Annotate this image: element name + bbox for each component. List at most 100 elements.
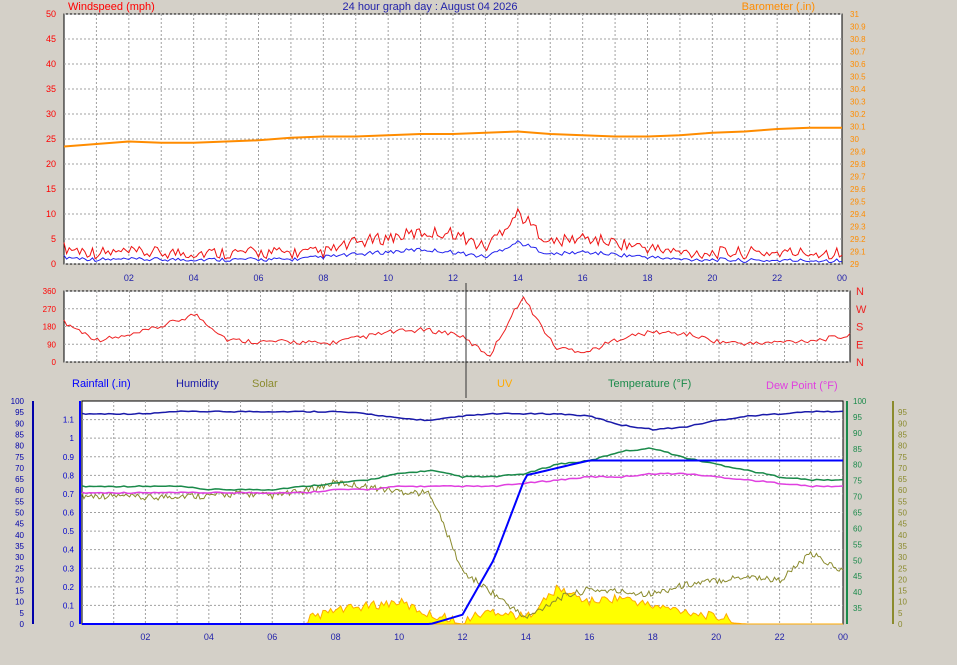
baro-ytick-label: 29.7: [850, 173, 866, 182]
humidity-ytick-label: 10: [15, 598, 24, 607]
solar-ytick-label: 15: [898, 587, 907, 596]
solar-ytick-label: 45: [898, 520, 907, 529]
temp-ytick-label: 35: [853, 604, 862, 613]
temp-ytick-label: 40: [853, 588, 862, 597]
solar-ytick-label: 75: [898, 453, 907, 462]
wind-ytick-label: 25: [46, 134, 56, 144]
baro-ytick-label: 30.3: [850, 98, 866, 107]
baro-ytick-label: 29.2: [850, 235, 866, 244]
temp-ytick-label: 55: [853, 540, 862, 549]
solar-ytick-label: 20: [898, 575, 907, 584]
baro-ytick-label: 30.9: [850, 23, 866, 32]
humidity-ytick-label: 85: [15, 430, 24, 439]
humidity-ytick-label: 20: [15, 575, 24, 584]
dir-ytick-label: 360: [43, 287, 57, 296]
baro-ytick-label: 30.6: [850, 60, 866, 69]
panel3-xtick-label: 18: [648, 632, 658, 642]
baro-ytick-label: 29.1: [850, 248, 866, 257]
wind-ytick-label: 20: [46, 159, 56, 169]
humidity-ytick-label: 45: [15, 520, 24, 529]
solar-ytick-label: 65: [898, 475, 907, 484]
baro-ytick-label: 30.7: [850, 48, 866, 57]
wind-ytick-label: 15: [46, 184, 56, 194]
panel1-xtick-label: 18: [642, 273, 652, 283]
weather-graph-window: Windspeed (mph) 24 hour graph day : Augu…: [0, 0, 957, 660]
compass-ytick-label: W: [856, 304, 867, 316]
solar-ytick-label: 70: [898, 464, 907, 473]
rain-ytick-label: 0.1: [63, 601, 75, 610]
humidity-ytick-label: 50: [15, 509, 24, 518]
solar-ytick-label: 40: [898, 531, 907, 540]
panel1-xtick-label: 20: [707, 273, 717, 283]
panel1-xtick-label: 00: [837, 273, 847, 283]
wind-ytick-label: 45: [46, 34, 56, 44]
rain-ytick-label: 0.8: [63, 471, 75, 480]
baro-ytick-label: 31: [850, 10, 859, 19]
temp-ytick-label: 100: [853, 397, 867, 406]
uv-label: UV: [497, 378, 513, 390]
rain-label: Rainfall (.in): [72, 378, 131, 390]
temp-ytick-label: 65: [853, 509, 862, 518]
panel1-xtick-label: 22: [772, 273, 782, 283]
chart-svg: Windspeed (mph) 24 hour graph day : Augu…: [0, 0, 957, 660]
panel1-xtick-label: 04: [189, 273, 199, 283]
wind-ytick-label: 35: [46, 84, 56, 94]
solar-ytick-label: 95: [898, 408, 907, 417]
wind-ytick-label: 0: [51, 259, 56, 269]
baro-ytick-label: 29.8: [850, 160, 866, 169]
dir-ytick-label: 0: [52, 358, 57, 367]
panel3-xtick-label: 22: [775, 632, 785, 642]
rain-ytick-label: 0.6: [63, 509, 75, 518]
panel1-xtick-label: 06: [253, 273, 263, 283]
wind-ytick-label: 30: [46, 109, 56, 119]
humidity-ytick-label: 55: [15, 497, 24, 506]
baro-ytick-label: 29.5: [850, 198, 866, 207]
temp-ytick-label: 50: [853, 556, 862, 565]
chart-layer: 051015202530354045502929.129.229.329.429…: [11, 9, 908, 642]
baro-ytick-label: 30.2: [850, 110, 866, 119]
humidity-ytick-label: 40: [15, 531, 24, 540]
solar-ytick-label: 90: [898, 419, 907, 428]
wind-ytick-label: 40: [46, 59, 56, 69]
baro-ytick-label: 29.4: [850, 210, 866, 219]
temp-ytick-label: 80: [853, 461, 862, 470]
temp-ytick-label: 85: [853, 445, 862, 454]
panel1-xtick-label: 14: [513, 273, 523, 283]
humidity-ytick-label: 90: [15, 419, 24, 428]
rain-ytick-label: 0.7: [63, 490, 75, 499]
dir-ytick-label: 270: [43, 305, 57, 314]
dewpoint-label: Dew Point (°F): [766, 380, 838, 392]
panel1-xtick-label: 08: [318, 273, 328, 283]
rain-ytick-label: 0.5: [63, 527, 75, 536]
panel3-xtick-label: 10: [394, 632, 404, 642]
solar-label: Solar: [252, 378, 278, 390]
temp-ytick-label: 90: [853, 429, 862, 438]
solar-ytick-label: 5: [898, 609, 903, 618]
panel3-xtick-label: 06: [267, 632, 277, 642]
rain-ytick-label: 0.2: [63, 583, 75, 592]
humidity-ytick-label: 100: [11, 397, 25, 406]
baro-ytick-label: 29.9: [850, 148, 866, 157]
panel3-xtick-label: 02: [140, 632, 150, 642]
left-axis-title: Windspeed (mph): [68, 1, 155, 13]
wind-ytick-label: 5: [51, 234, 56, 244]
rain-ytick-label: 0.3: [63, 564, 75, 573]
humidity-ytick-label: 0: [20, 620, 25, 629]
solar-ytick-label: 80: [898, 442, 907, 451]
panel1-xtick-label: 10: [383, 273, 393, 283]
solar-ytick-label: 10: [898, 598, 907, 607]
baro-ytick-label: 29: [850, 260, 859, 269]
panel3-xtick-label: 08: [331, 632, 341, 642]
panel3-xtick-label: 00: [838, 632, 848, 642]
rain-ytick-label: 1.1: [63, 416, 75, 425]
chart-title: 24 hour graph day : August 04 2026: [343, 1, 518, 13]
temp-ytick-label: 70: [853, 493, 862, 502]
baro-ytick-label: 29.3: [850, 223, 866, 232]
baro-ytick-label: 30.1: [850, 123, 866, 132]
rain-ytick-label: 0.4: [63, 546, 75, 555]
humidity-ytick-label: 65: [15, 475, 24, 484]
panel3-xtick-label: 20: [711, 632, 721, 642]
panel1-xtick-label: 02: [124, 273, 134, 283]
humidity-ytick-label: 95: [15, 408, 24, 417]
rain-ytick-label: 1: [70, 434, 75, 443]
